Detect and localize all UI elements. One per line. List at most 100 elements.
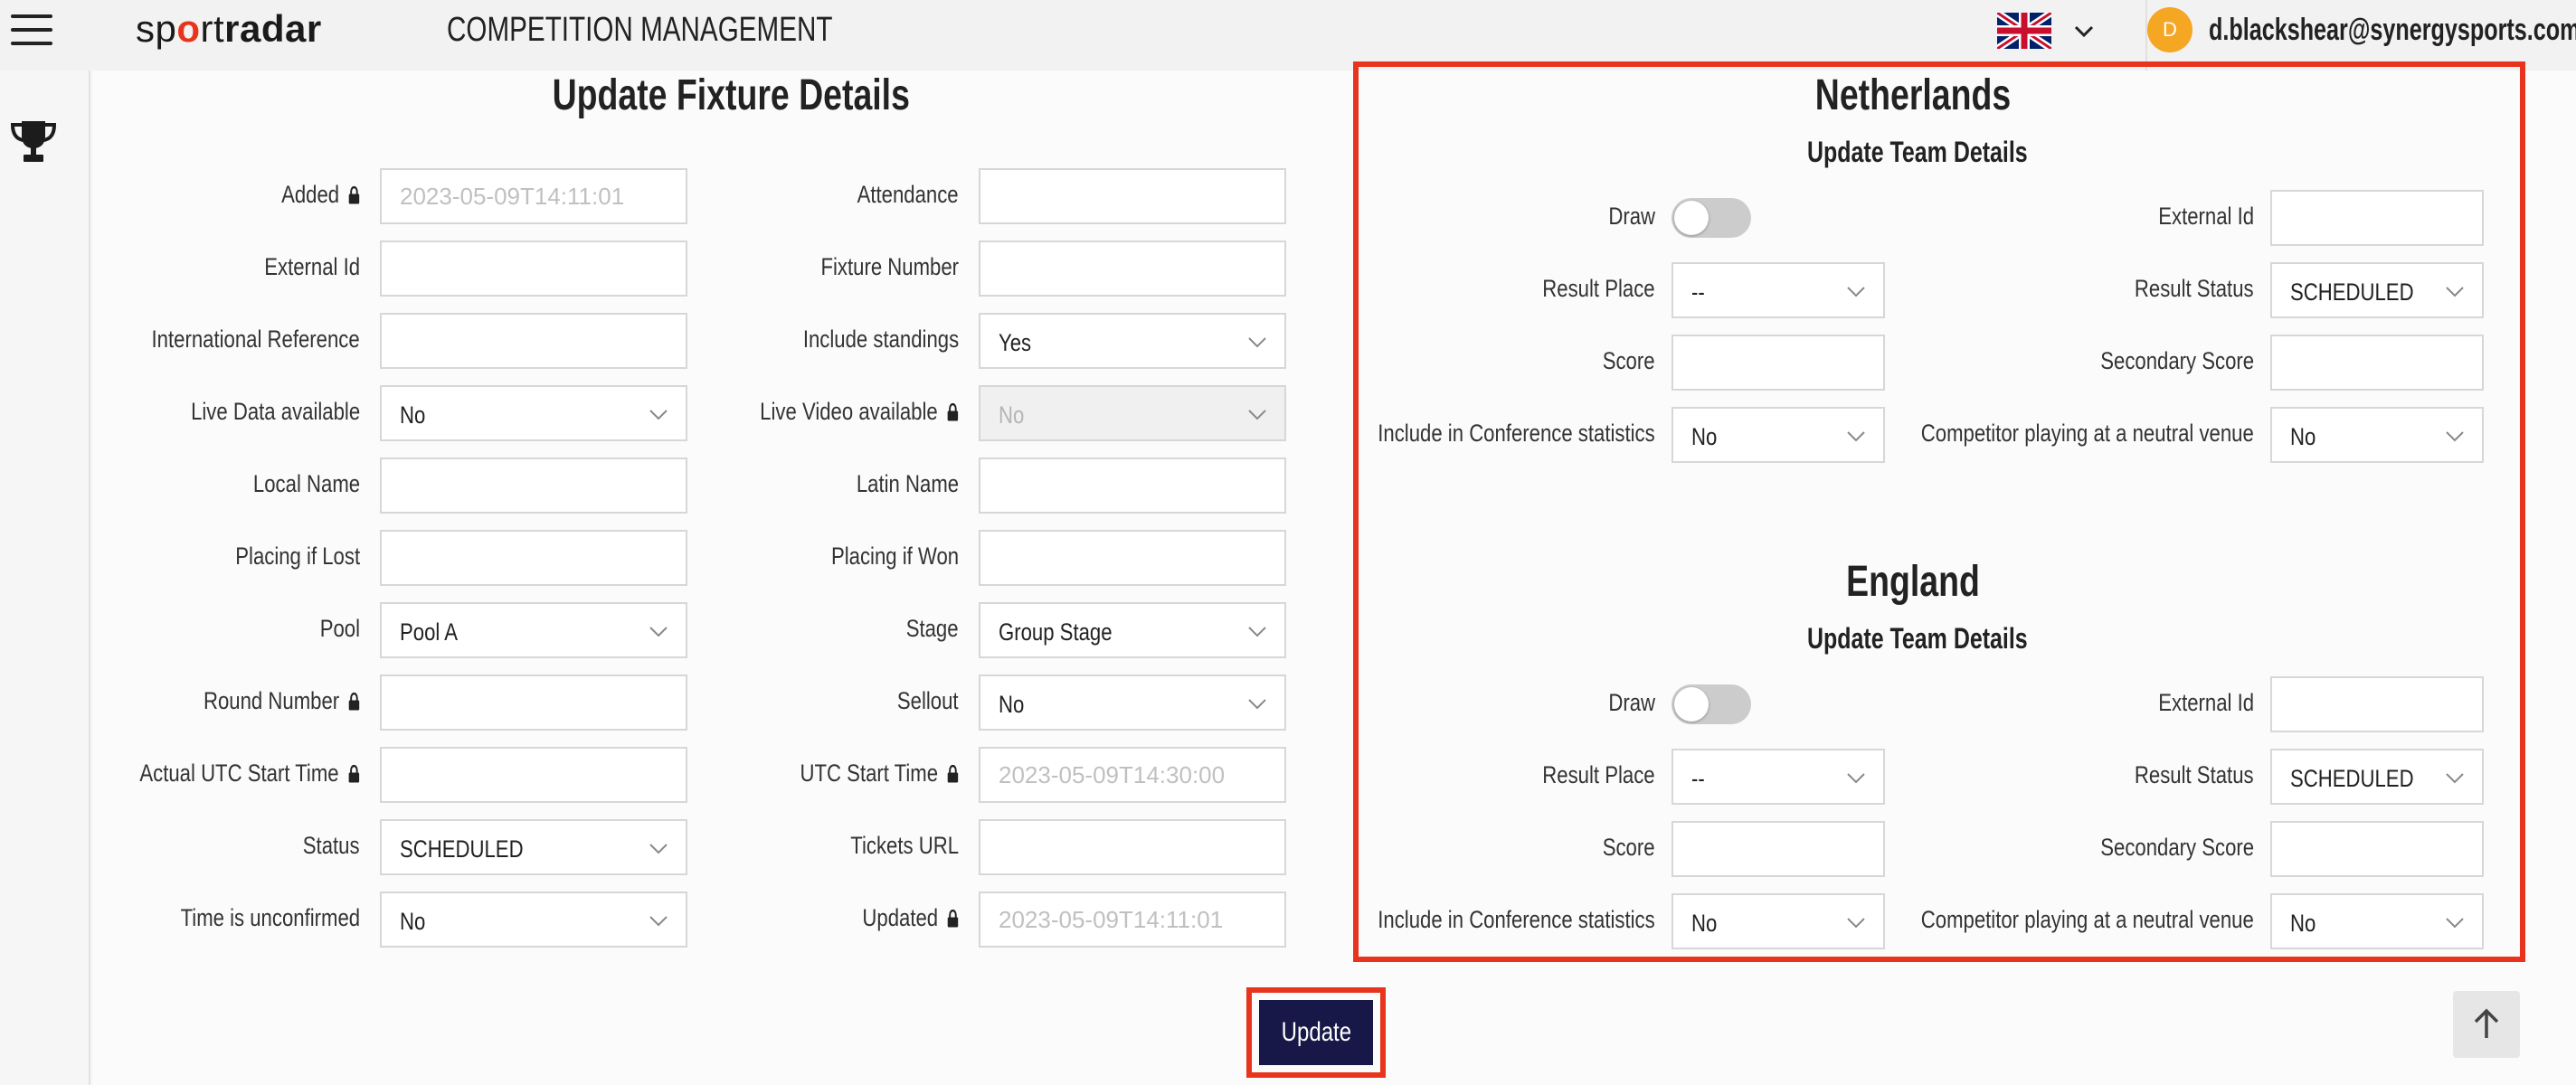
- draw-toggle[interactable]: [1672, 684, 1751, 724]
- actual-utc-start-time-input[interactable]: [380, 747, 687, 803]
- label-external-id: External Id: [264, 253, 360, 281]
- include-in-conference-statistics-select[interactable]: No: [1672, 893, 1885, 949]
- placing-if-won-input[interactable]: [979, 530, 1286, 586]
- external-id-input[interactable]: [380, 241, 687, 297]
- draw-toggle[interactable]: [1672, 198, 1751, 238]
- result-status-select[interactable]: SCHEDULED: [2270, 749, 2484, 805]
- external-id-input[interactable]: [2270, 190, 2484, 246]
- label-result-place: Result Place: [1543, 275, 1655, 303]
- sellout-select[interactable]: No: [979, 675, 1286, 731]
- select-value: No: [400, 908, 426, 935]
- lock-icon: [348, 693, 360, 711]
- label-actual-utc-start-time: Actual UTC Start Time: [140, 760, 360, 788]
- label-text: External Id: [2158, 689, 2254, 716]
- stage-select[interactable]: Group Stage: [979, 602, 1286, 658]
- competitor-playing-at-a-neutral-venue-select[interactable]: No: [2270, 893, 2484, 949]
- avatar[interactable]: D: [2147, 7, 2192, 52]
- lock-icon: [947, 403, 959, 421]
- result-place-select[interactable]: --: [1672, 262, 1885, 318]
- pool-select[interactable]: Pool A: [380, 602, 687, 658]
- label-score: Score: [1603, 834, 1655, 862]
- label-text: Placing if Lost: [235, 542, 360, 570]
- lock-icon: [947, 910, 959, 928]
- result-place-select[interactable]: --: [1672, 749, 1885, 805]
- label-fixture-number: Fixture Number: [820, 253, 959, 281]
- team-name: England: [1846, 558, 1980, 606]
- label-text: External Id: [264, 253, 360, 280]
- lock-icon: [947, 765, 959, 783]
- logo-part: sp: [136, 7, 177, 50]
- chevron-down-icon: [649, 844, 668, 854]
- fixture-number-input[interactable]: [979, 241, 1286, 297]
- attendance-input[interactable]: [979, 168, 1286, 224]
- live-data-available-select[interactable]: No: [380, 385, 687, 441]
- placing-if-lost-input[interactable]: [380, 530, 687, 586]
- select-value: No: [999, 401, 1025, 429]
- added-input[interactable]: [380, 168, 687, 224]
- label-secondary-score: Secondary Score: [2100, 834, 2254, 862]
- latin-name-input[interactable]: [979, 458, 1286, 514]
- chevron-down-icon: [1847, 773, 1865, 784]
- label-text: Score: [1603, 834, 1655, 861]
- competitor-playing-at-a-neutral-venue-select[interactable]: No: [2270, 407, 2484, 463]
- chevron-down-icon: [1248, 337, 1266, 348]
- label-competitor-playing-at-a-neutral-venue: Competitor playing at a neutral venue: [1921, 906, 2254, 934]
- scroll-to-top-button[interactable]: [2453, 991, 2520, 1058]
- label-text: Sellout: [897, 687, 959, 714]
- select-value: Pool A: [400, 618, 459, 646]
- update-button[interactable]: Update: [1259, 1000, 1373, 1065]
- round-number-input[interactable]: [380, 675, 687, 731]
- score-input[interactable]: [1672, 821, 1885, 877]
- label-text: Competitor playing at a neutral venue: [1920, 420, 2254, 447]
- label-text: International Reference: [151, 326, 360, 353]
- select-value: No: [400, 401, 426, 429]
- uk-flag-icon[interactable]: [1997, 13, 2051, 49]
- app-title: COMPETITION MANAGEMENT: [447, 11, 833, 49]
- include-standings-select[interactable]: Yes: [979, 313, 1286, 369]
- label-text: Draw: [1608, 689, 1655, 716]
- updated-input[interactable]: [979, 892, 1286, 948]
- label-updated: Updated: [862, 904, 959, 932]
- result-status-select[interactable]: SCHEDULED: [2270, 262, 2484, 318]
- international-reference-input[interactable]: [380, 313, 687, 369]
- label-text: External Id: [2158, 203, 2254, 230]
- label-text: Include in Conference statistics: [1378, 906, 1655, 933]
- select-value: No: [1691, 423, 1718, 450]
- tickets-url-input[interactable]: [979, 819, 1286, 875]
- label-local-name: Local Name: [253, 470, 360, 498]
- time-is-unconfirmed-select[interactable]: No: [380, 892, 687, 948]
- select-value: SCHEDULED: [2290, 278, 2414, 306]
- label-text: Fixture Number: [820, 253, 959, 280]
- label-result-status: Result Status: [2135, 761, 2254, 789]
- chevron-down-icon: [2446, 773, 2464, 784]
- user-email[interactable]: d.blackshear@synergysports.com: [2209, 13, 2576, 48]
- label-include-in-conference-statistics: Include in Conference statistics: [1378, 420, 1655, 448]
- label-draw: Draw: [1608, 689, 1655, 717]
- external-id-input[interactable]: [2270, 676, 2484, 732]
- select-value: No: [2290, 910, 2316, 937]
- label-text: Placing if Won: [830, 542, 959, 570]
- secondary-score-input[interactable]: [2270, 335, 2484, 391]
- label-text: Time is unconfirmed: [180, 904, 360, 931]
- utc-start-time-input[interactable]: [979, 747, 1286, 803]
- label-added: Added: [281, 181, 360, 209]
- include-in-conference-statistics-select[interactable]: No: [1672, 407, 1885, 463]
- label-draw: Draw: [1608, 203, 1655, 231]
- label-text: Tickets URL: [850, 832, 959, 859]
- menu-icon[interactable]: [11, 14, 52, 45]
- score-input[interactable]: [1672, 335, 1885, 391]
- sidebar: [0, 71, 90, 1085]
- label-tickets-url: Tickets URL: [850, 832, 959, 860]
- label-text: Result Place: [1542, 761, 1655, 788]
- team-name: Netherlands: [1814, 71, 2012, 119]
- chevron-down-icon[interactable]: [2071, 18, 2097, 43]
- secondary-score-input[interactable]: [2270, 821, 2484, 877]
- label-score: Score: [1603, 347, 1655, 375]
- chevron-down-icon: [2446, 431, 2464, 442]
- sportradar-logo: sportradar: [136, 7, 322, 51]
- chevron-down-icon: [1248, 627, 1266, 637]
- label-text: Live Video available: [760, 398, 939, 425]
- status-select[interactable]: SCHEDULED: [380, 819, 687, 875]
- local-name-input[interactable]: [380, 458, 687, 514]
- trophy-icon[interactable]: [7, 116, 60, 168]
